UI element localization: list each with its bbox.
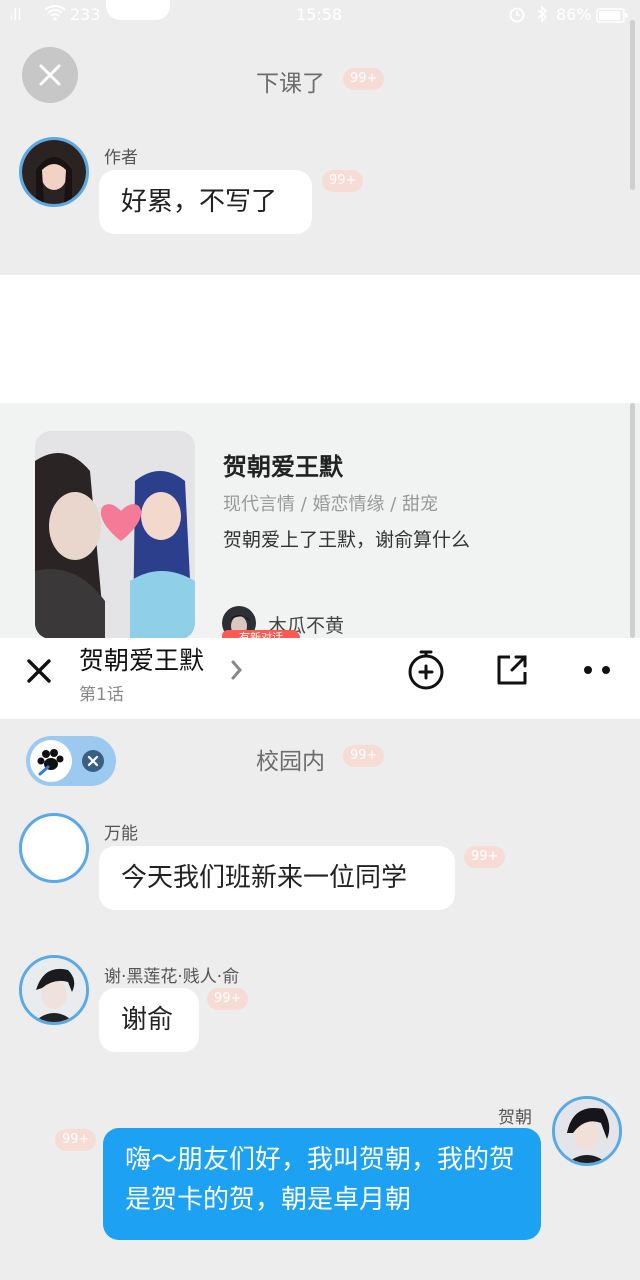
message-bubble[interactable]: 好累，不写了 bbox=[99, 170, 312, 234]
episode-label[interactable]: 第1话 bbox=[79, 680, 124, 705]
top-chat-panel bbox=[0, 0, 640, 275]
message-bubble[interactable]: 今天我们班新来一位同学 bbox=[99, 846, 455, 910]
close-icon[interactable] bbox=[24, 656, 54, 686]
add-timer-icon[interactable] bbox=[404, 647, 448, 695]
network-speed: 233 bbox=[70, 5, 101, 24]
avatar[interactable] bbox=[19, 955, 89, 1025]
scene-title: 校园内 bbox=[256, 749, 325, 775]
message-badge: 99+ bbox=[464, 846, 506, 868]
more-icon[interactable] bbox=[580, 658, 616, 686]
toolbar-title[interactable]: 贺朝爱王默 bbox=[79, 641, 204, 677]
dismiss-icon[interactable] bbox=[82, 750, 104, 772]
battery-percent: 86% bbox=[556, 5, 592, 24]
brush-control[interactable] bbox=[26, 736, 116, 786]
scrollbar[interactable] bbox=[630, 20, 635, 190]
story-description: 贺朝爱上了王默，谢俞算什么 bbox=[223, 529, 471, 551]
clock: 15:58 bbox=[296, 5, 343, 24]
avatar[interactable] bbox=[552, 1096, 622, 1166]
alarm-icon bbox=[508, 5, 526, 27]
wifi-icon bbox=[44, 5, 66, 25]
scene-badge: 99+ bbox=[343, 745, 385, 767]
battery-icon bbox=[596, 8, 628, 27]
story-cover-image[interactable] bbox=[35, 431, 195, 639]
sender-name: 贺朝 bbox=[498, 1108, 532, 1128]
sender-name: 谢·黑莲花·贱人·俞 bbox=[104, 967, 240, 987]
close-icon bbox=[39, 64, 61, 86]
message-bubble[interactable]: 谢俞 bbox=[99, 988, 199, 1052]
scene-badge: 99+ bbox=[343, 68, 385, 90]
message-badge: 99+ bbox=[55, 1129, 97, 1151]
signal-indicator: ᵢll bbox=[10, 5, 22, 24]
message-badge: 99+ bbox=[207, 988, 249, 1010]
message-badge: 99+ bbox=[322, 170, 364, 192]
avatar[interactable] bbox=[19, 813, 89, 883]
share-icon[interactable] bbox=[492, 650, 532, 694]
story-tags: 现代言情 / 婚恋情缘 / 甜宠 bbox=[223, 494, 439, 515]
scene-title: 下课了 bbox=[256, 71, 325, 97]
chevron-right-icon[interactable] bbox=[228, 655, 246, 689]
sender-name: 万能 bbox=[104, 824, 138, 844]
close-button[interactable] bbox=[22, 47, 78, 103]
status-bar: ᵢll 233 15:58 86% bbox=[0, 0, 640, 30]
card-scrollbar[interactable] bbox=[630, 403, 635, 638]
message-bubble[interactable]: 嗨～朋友们好，我叫贺朝，我的贺是贺卡的贺，朝是卓月朝 bbox=[103, 1128, 541, 1240]
avatar[interactable] bbox=[19, 137, 89, 207]
story-title: 贺朝爱王默 bbox=[223, 453, 343, 481]
paw-icon[interactable] bbox=[30, 740, 72, 782]
bluetooth-icon bbox=[536, 5, 548, 27]
prev-bubble-fragment bbox=[106, 0, 170, 20]
sender-name: 作者 bbox=[104, 148, 138, 168]
divider-area bbox=[0, 275, 640, 403]
